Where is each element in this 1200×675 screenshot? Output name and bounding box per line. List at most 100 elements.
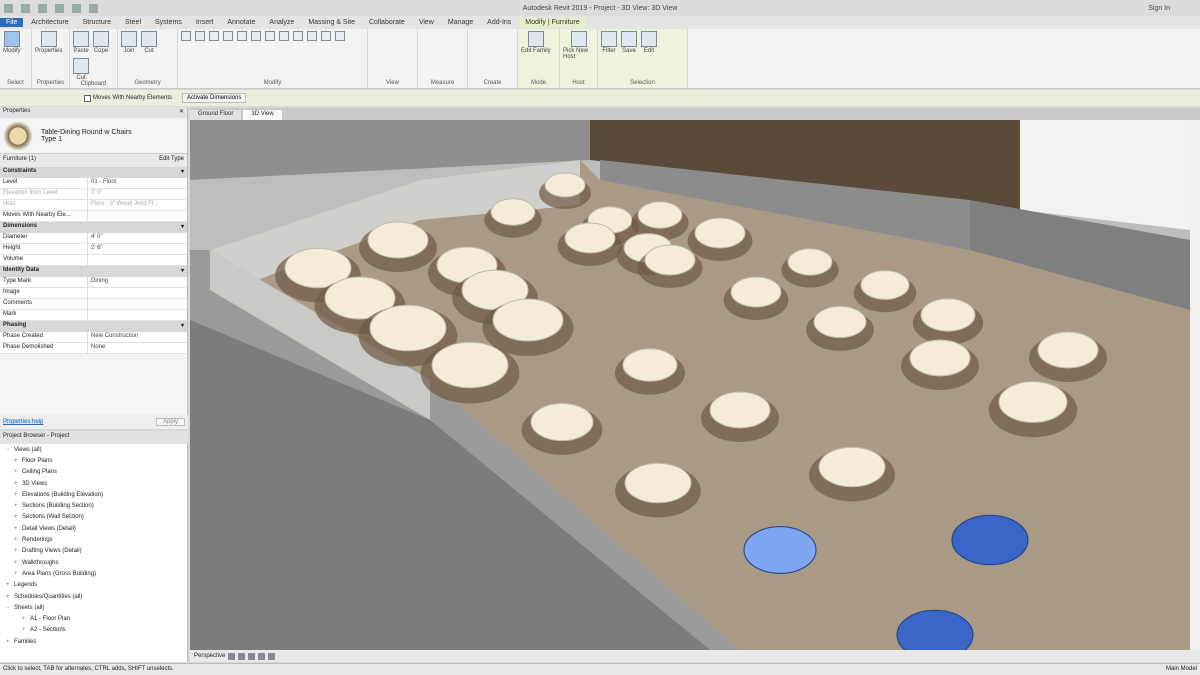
pick-new-host-button[interactable]: Pick New Host	[563, 31, 594, 60]
expand-icon[interactable]: +	[22, 616, 27, 622]
property-value[interactable]: New Construction	[88, 332, 187, 342]
sun-path-icon[interactable]	[238, 652, 246, 660]
expand-icon[interactable]: +	[6, 582, 11, 588]
browser-item[interactable]: + Ceiling Plans	[0, 467, 187, 478]
property-value[interactable]: 4' 0"	[88, 233, 187, 243]
modify-button[interactable]: Modify	[3, 31, 21, 54]
instance-filter[interactable]: Furniture (1)	[3, 156, 36, 165]
expand-icon[interactable]: +	[6, 639, 11, 645]
move-button[interactable]: Move	[223, 31, 233, 41]
browser-item[interactable]: + Elevations (Building Elevation)	[0, 489, 187, 500]
expand-icon[interactable]: +	[14, 571, 19, 577]
property-value[interactable]: 2' 6"	[88, 244, 187, 254]
cope-button[interactable]: Cope	[93, 31, 109, 54]
tab-manage[interactable]: Manage	[442, 18, 479, 27]
browser-item[interactable]: − Sheets (all)	[0, 602, 187, 613]
browser-item[interactable]: + Drafting Views (Detail)	[0, 546, 187, 557]
tab-structure[interactable]: Structure	[77, 18, 117, 27]
close-icon[interactable]: ✕	[179, 108, 184, 117]
blue-table[interactable]	[951, 514, 1029, 566]
tab-collaborate[interactable]: Collaborate	[363, 18, 411, 27]
apply-button[interactable]: Apply	[155, 418, 185, 426]
dining-table[interactable]	[420, 341, 520, 404]
browser-item[interactable]: + A2 - Sections	[0, 625, 187, 636]
expand-icon[interactable]: +	[14, 492, 19, 498]
expand-icon[interactable]: +	[14, 469, 19, 475]
collapse-icon[interactable]: ▾	[181, 322, 184, 331]
property-value[interactable]	[88, 211, 187, 221]
moves-with-nearby-checkbox[interactable]: Moves With Nearby Elements	[84, 94, 172, 102]
hide-isolate-icon[interactable]	[268, 652, 276, 660]
type-selector[interactable]: Table-Dining Round w Chairs Type 1	[0, 118, 187, 154]
visual-style-icon[interactable]	[228, 652, 236, 660]
sign-in[interactable]: Sign In	[1148, 5, 1170, 12]
browser-item[interactable]: + Sections (Building Section)	[0, 500, 187, 511]
tab-analyze[interactable]: Analyze	[263, 18, 300, 27]
copy-button[interactable]: Copy	[237, 31, 247, 41]
expand-icon[interactable]: +	[14, 514, 19, 520]
tab-insert[interactable]: Insert	[190, 18, 220, 27]
align-button[interactable]: Align	[181, 31, 191, 41]
expand-icon[interactable]: −	[6, 605, 11, 611]
expand-icon[interactable]: +	[6, 594, 11, 600]
group-constraints[interactable]: Constraints ▾	[0, 167, 187, 178]
expand-icon[interactable]: +	[14, 526, 19, 532]
expand-icon[interactable]: +	[14, 458, 19, 464]
browser-item[interactable]: + Area Plans (Gross Building)	[0, 568, 187, 579]
split-button[interactable]: Split	[279, 31, 289, 41]
vertical-scrollbar[interactable]	[1190, 120, 1200, 650]
pin-button[interactable]: Pin	[321, 31, 331, 41]
expand-icon[interactable]: +	[14, 560, 19, 566]
edit-family-button[interactable]: Edit Family	[521, 31, 551, 54]
tab-massing-site[interactable]: Massing & Site	[302, 18, 361, 27]
rotate-button[interactable]: Rotate	[251, 31, 261, 41]
offset-button[interactable]: Offset	[195, 31, 205, 41]
group-identity-data[interactable]: Identity Data ▾	[0, 266, 187, 277]
property-value[interactable]	[88, 255, 187, 265]
tab-annotate[interactable]: Annotate	[221, 18, 261, 27]
property-value[interactable]: 01 - Floor	[88, 178, 187, 188]
active-workset[interactable]: Main Model	[1166, 666, 1197, 673]
3d-viewport[interactable]	[190, 120, 1190, 650]
browser-item[interactable]: + Floor Plans	[0, 455, 187, 466]
group-dimensions[interactable]: Dimensions ▾	[0, 222, 187, 233]
paste-button[interactable]: Paste	[73, 31, 89, 54]
tab-steel[interactable]: Steel	[119, 18, 147, 27]
save-button[interactable]: Save	[621, 31, 637, 54]
trim-button[interactable]: Trim	[265, 31, 275, 41]
browser-item[interactable]: + Legends	[0, 580, 187, 591]
browser-item[interactable]: + Families	[0, 636, 187, 647]
expand-icon[interactable]: +	[22, 627, 27, 633]
shadows-icon[interactable]	[248, 652, 256, 660]
expand-icon[interactable]: +	[14, 548, 19, 554]
tab-systems[interactable]: Systems	[149, 18, 188, 27]
expand-icon[interactable]: +	[14, 537, 19, 543]
properties-help-link[interactable]: Properties help	[3, 419, 44, 425]
collapse-icon[interactable]: ▾	[181, 267, 184, 276]
browser-item[interactable]: + A1 - Floor Plan	[0, 613, 187, 624]
selected-table[interactable]	[743, 526, 817, 574]
collapse-icon[interactable]: ▾	[181, 168, 184, 177]
property-value[interactable]	[88, 288, 187, 298]
property-value[interactable]	[88, 310, 187, 320]
scale-button[interactable]: Scale	[307, 31, 317, 41]
cut-button[interactable]: Cut	[141, 31, 157, 54]
tab-modify-furniture[interactable]: Modify | Furniture	[519, 18, 586, 27]
edit-type-button[interactable]: Edit Type	[159, 156, 184, 165]
cut-button[interactable]: Cut	[73, 58, 89, 81]
browser-item[interactable]: + Sections (Wall Section)	[0, 512, 187, 523]
property-value[interactable]: None	[88, 343, 187, 353]
tab-view[interactable]: View	[413, 18, 440, 27]
collapse-icon[interactable]: ▾	[181, 223, 184, 232]
expand-icon[interactable]: +	[14, 503, 19, 509]
group-phasing[interactable]: Phasing ▾	[0, 321, 187, 332]
browser-item[interactable]: +3D Views	[0, 478, 187, 489]
join-button[interactable]: Join	[121, 31, 137, 54]
property-value[interactable]	[88, 299, 187, 309]
view-tab-3d-view[interactable]: 3D View	[243, 110, 282, 120]
tab-architecture[interactable]: Architecture	[25, 18, 74, 27]
array-button[interactable]: Array	[293, 31, 303, 41]
browser-item[interactable]: + Detail Views (Detail)	[0, 523, 187, 534]
filter-button[interactable]: Filter	[601, 31, 617, 54]
properties-button[interactable]: Properties	[35, 31, 62, 54]
